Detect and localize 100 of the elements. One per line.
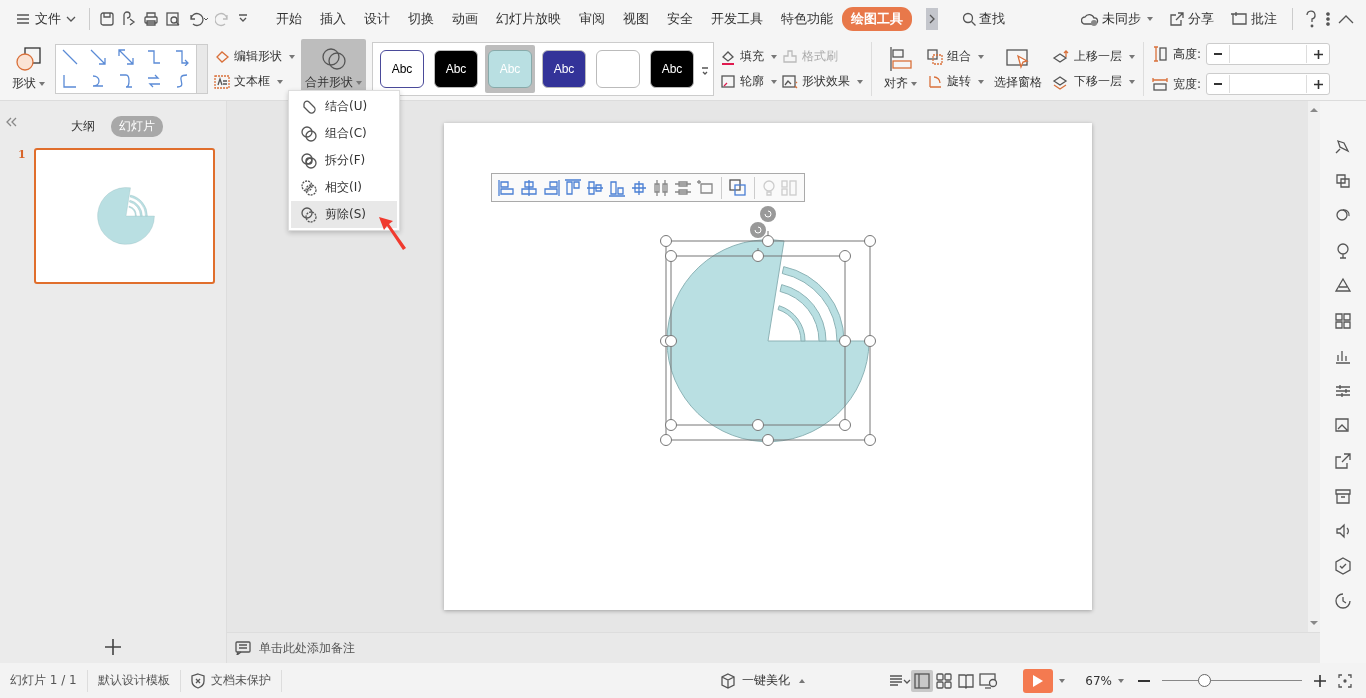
print-preview-icon[interactable] bbox=[165, 11, 181, 27]
notes-placeholder[interactable]: 单击此处添加备注 bbox=[259, 639, 355, 657]
menu-item[interactable]: 拆分(F) bbox=[291, 147, 397, 174]
sidebar-tool-icon[interactable] bbox=[1334, 172, 1352, 190]
sidebar-tool-icon[interactable] bbox=[1334, 487, 1352, 505]
menu-item[interactable]: 组合(C) bbox=[291, 120, 397, 147]
edit-shape-button[interactable]: 编辑形状 bbox=[214, 48, 295, 65]
more-icon[interactable] bbox=[1326, 11, 1330, 27]
sidebar-tool-icon[interactable] bbox=[1334, 277, 1352, 295]
align-icon[interactable] bbox=[497, 178, 516, 197]
align-icon[interactable] bbox=[673, 178, 692, 197]
sidebar-tool-icon[interactable] bbox=[1334, 382, 1352, 400]
connector-icon[interactable] bbox=[117, 48, 135, 66]
collapse-panel-icon[interactable] bbox=[6, 117, 18, 127]
scroll-up-icon[interactable] bbox=[1310, 107, 1318, 112]
scroll-down-icon[interactable] bbox=[1310, 621, 1318, 626]
collapse-ribbon-icon[interactable] bbox=[1338, 14, 1354, 24]
ribbon-tab[interactable]: 插入 bbox=[311, 7, 355, 31]
ribbon-tab[interactable]: 特色功能 bbox=[772, 7, 842, 31]
add-slide-icon[interactable] bbox=[105, 639, 121, 655]
align-icon[interactable] bbox=[695, 178, 714, 197]
sidebar-tool-icon[interactable] bbox=[1334, 452, 1352, 470]
protection-status[interactable]: 文档未保护 bbox=[210, 672, 271, 689]
save-icon[interactable] bbox=[99, 11, 115, 27]
sidebar-tool-icon[interactable] bbox=[1334, 137, 1352, 155]
text-box-button[interactable]: 文本框 bbox=[214, 73, 295, 90]
zoom-slider-thumb[interactable] bbox=[1198, 674, 1211, 687]
sidebar-tool-icon[interactable] bbox=[1334, 242, 1352, 260]
height-field[interactable] bbox=[1206, 43, 1331, 65]
menu-item[interactable]: 剪除(S) bbox=[291, 201, 397, 228]
line-gallery[interactable] bbox=[55, 44, 197, 94]
align-icon[interactable] bbox=[629, 178, 648, 197]
ribbon-tab[interactable]: 开发工具 bbox=[702, 7, 772, 31]
ribbon-tab[interactable]: 安全 bbox=[658, 7, 702, 31]
play-button[interactable] bbox=[1023, 668, 1054, 693]
connector-icon[interactable] bbox=[61, 48, 79, 66]
shape-style-swatch[interactable]: Abc bbox=[650, 50, 694, 88]
zoom-in-icon[interactable] bbox=[1314, 674, 1326, 687]
align-icon[interactable] bbox=[541, 178, 560, 197]
sidebar-tool-icon[interactable] bbox=[1334, 522, 1352, 540]
normal-view-button[interactable] bbox=[911, 669, 934, 692]
align-button[interactable]: 对齐 bbox=[880, 43, 921, 95]
ribbon-tab[interactable]: 视图 bbox=[614, 7, 658, 31]
print-icon[interactable] bbox=[143, 11, 159, 27]
bring-forward-button[interactable]: 上移一层 bbox=[1052, 48, 1135, 65]
sidebar-tool-icon[interactable] bbox=[1334, 592, 1352, 610]
fill-button[interactable]: 填充 bbox=[720, 48, 777, 65]
rotate-button[interactable]: 旋转 bbox=[927, 73, 984, 90]
connector-icon[interactable] bbox=[145, 48, 163, 66]
shape-style-swatch[interactable] bbox=[596, 50, 640, 88]
fit-window-icon[interactable] bbox=[1338, 673, 1352, 688]
align-icon[interactable] bbox=[607, 178, 626, 197]
file-menu[interactable]: 文件 bbox=[12, 10, 80, 28]
ribbon-tab[interactable]: 幻灯片放映 bbox=[487, 7, 570, 31]
top-action-button[interactable]: 分享 bbox=[1165, 10, 1218, 28]
ribbon-tab[interactable]: 开始 bbox=[267, 7, 311, 31]
selection-pane-button[interactable]: 选择窗格 bbox=[990, 44, 1046, 94]
menu-item[interactable]: 相交(I) bbox=[291, 174, 397, 201]
selection-handles-drawing[interactable] bbox=[659, 206, 876, 446]
shape-button[interactable]: 形状 bbox=[8, 43, 49, 95]
width-field[interactable] bbox=[1206, 73, 1331, 95]
shape-effects-button[interactable]: 形状效果 bbox=[782, 73, 863, 90]
top-action-button[interactable]: 未同步 bbox=[1077, 10, 1157, 28]
group-button[interactable]: 组合 bbox=[927, 48, 984, 65]
align-icon[interactable] bbox=[563, 178, 582, 197]
slide-thumbnail[interactable] bbox=[33, 148, 215, 284]
template-name[interactable]: 默认设计模板 bbox=[87, 669, 181, 692]
ribbon-tab[interactable]: 审阅 bbox=[570, 7, 614, 31]
vertical-scrollbar[interactable] bbox=[1308, 101, 1320, 632]
help-icon[interactable] bbox=[1304, 10, 1318, 28]
gallery-scrollbar[interactable] bbox=[197, 44, 208, 94]
outline-button[interactable]: 轮廓 bbox=[720, 73, 777, 90]
group-objects-icon[interactable] bbox=[728, 178, 747, 197]
align-icon[interactable] bbox=[585, 178, 604, 197]
undo-icon[interactable] bbox=[187, 11, 209, 27]
beautify-button[interactable]: 一键美化 bbox=[716, 672, 810, 689]
panel-tab[interactable]: 大纲 bbox=[63, 115, 103, 137]
connector-icon[interactable] bbox=[61, 72, 79, 90]
sidebar-tool-icon[interactable] bbox=[1334, 312, 1352, 330]
pie-shape[interactable] bbox=[666, 239, 869, 443]
connector-icon[interactable] bbox=[173, 48, 191, 66]
zoom-out-icon[interactable] bbox=[1138, 679, 1150, 682]
zoom-level[interactable]: 67% bbox=[1081, 673, 1128, 688]
sidebar-tool-icon[interactable] bbox=[1334, 557, 1352, 575]
send-backward-button[interactable]: 下移一层 bbox=[1052, 73, 1135, 90]
top-action-button[interactable]: 批注 bbox=[1226, 10, 1281, 28]
ribbon-tab[interactable]: 设计 bbox=[355, 7, 399, 31]
shape-style-swatch[interactable]: Abc bbox=[542, 50, 586, 88]
connector-icon[interactable] bbox=[145, 72, 163, 90]
ribbon-tab[interactable]: 切换 bbox=[399, 7, 443, 31]
align-icon[interactable] bbox=[519, 178, 538, 197]
shape-style-swatch[interactable]: Abc bbox=[380, 50, 424, 88]
search-button[interactable]: 查找 bbox=[958, 10, 1009, 28]
shape-style-swatch[interactable]: Abc bbox=[434, 50, 478, 88]
connector-icon[interactable] bbox=[117, 72, 135, 90]
connector-icon[interactable] bbox=[89, 48, 107, 66]
more-tabs-button[interactable] bbox=[926, 8, 938, 30]
notes-view-icon[interactable] bbox=[889, 673, 912, 688]
align-icon[interactable] bbox=[651, 178, 670, 197]
ribbon-tab[interactable]: 动画 bbox=[443, 7, 487, 31]
